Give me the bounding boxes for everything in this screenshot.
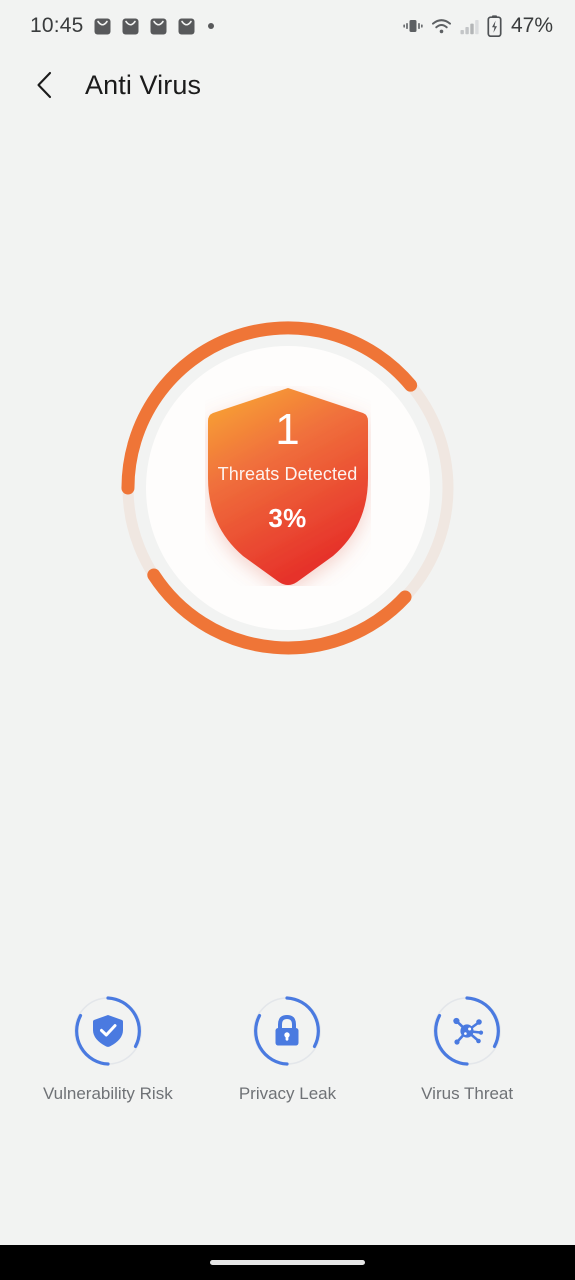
- mail-icon: [93, 17, 112, 36]
- system-nav-bar: [0, 1245, 575, 1280]
- category-label: Privacy Leak: [238, 1084, 337, 1103]
- battery-percent-label: 47%: [510, 14, 553, 37]
- shield-check-icon: [72, 995, 144, 1067]
- category-ring: [72, 995, 144, 1067]
- category-ring: [251, 995, 323, 1067]
- status-bar-right: 47%: [403, 14, 553, 38]
- category-label: Virus Threat: [421, 1084, 514, 1103]
- status-bar: 10:45 47%: [0, 0, 575, 52]
- status-bar-left: 10:45: [30, 14, 214, 38]
- signal-bars-icon: [460, 18, 479, 35]
- category-item-virus-threat[interactable]: Virus Threat: [387, 995, 547, 1104]
- vibrate-icon: [403, 17, 423, 35]
- threat-shield: 1 Threats Detected 3%: [205, 386, 371, 586]
- mail-icon: [121, 17, 140, 36]
- category-label: Vulnerability Risk: [42, 1084, 173, 1103]
- back-button[interactable]: [22, 62, 68, 108]
- category-item-vulnerability-risk[interactable]: Vulnerability Risk: [28, 995, 188, 1104]
- lock-icon: [251, 995, 323, 1067]
- mail-icon: [149, 17, 168, 36]
- virus-icon: [431, 995, 503, 1067]
- home-indicator[interactable]: [210, 1260, 365, 1265]
- mail-icon: [177, 17, 196, 36]
- scan-gauge[interactable]: 1 Threats Detected 3%: [118, 318, 458, 658]
- chevron-left-icon: [33, 70, 57, 100]
- page-title: Anti Virus: [85, 69, 202, 100]
- status-clock: 10:45: [30, 14, 84, 37]
- category-ring: [431, 995, 503, 1067]
- category-item-privacy-leak[interactable]: Privacy Leak: [207, 995, 367, 1104]
- battery-charging-icon: [487, 15, 502, 37]
- category-row: Vulnerability Risk Privacy Leak Virus Th…: [0, 995, 575, 1104]
- app-bar: Anti Virus: [0, 52, 575, 118]
- wifi-icon: [431, 18, 452, 35]
- dot-badge-icon: [207, 23, 214, 29]
